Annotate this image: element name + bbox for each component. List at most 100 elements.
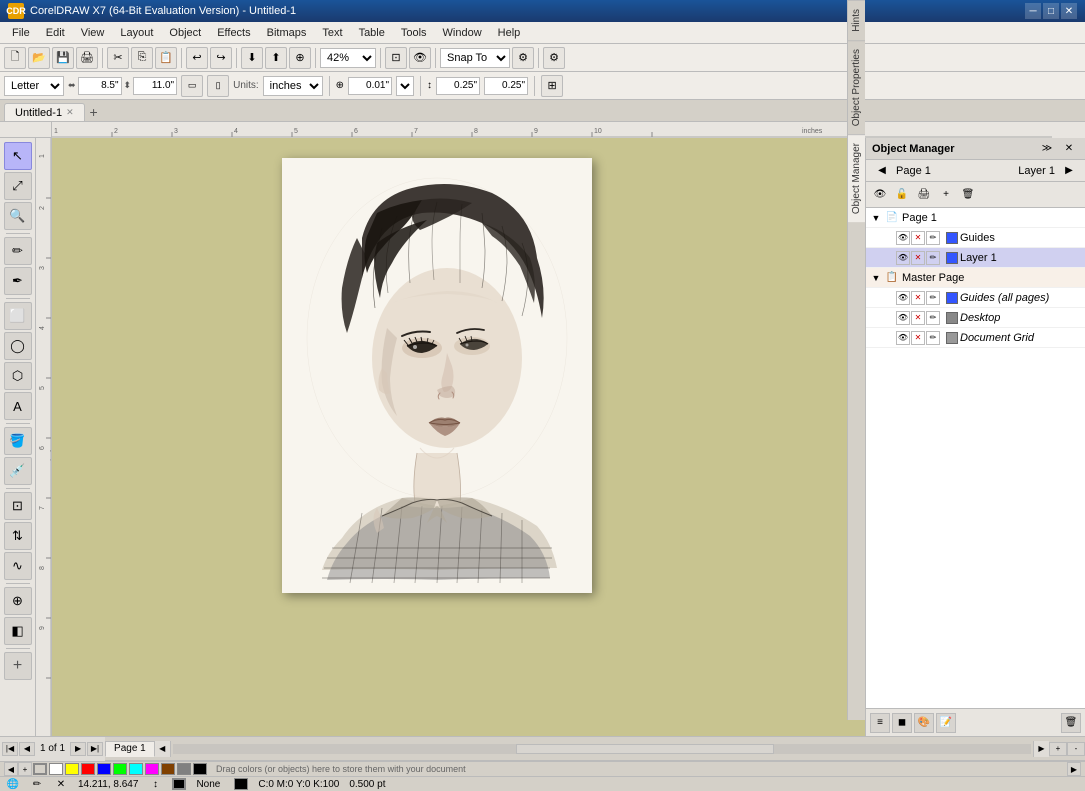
guides-print-icon[interactable]: ✕ xyxy=(911,231,925,245)
del-layer-btn[interactable]: 🗑 xyxy=(958,186,978,204)
magenta-swatch[interactable] xyxy=(145,763,159,775)
view-mode[interactable]: 👁 xyxy=(409,47,431,69)
page-last-btn[interactable]: ▶| xyxy=(87,742,103,756)
black-swatch[interactable] xyxy=(193,763,207,775)
canvas-area[interactable]: SHS ▲ ▼ xyxy=(52,138,865,736)
import-button[interactable]: ⬇ xyxy=(241,47,263,69)
page-first-btn[interactable]: |◀ xyxy=(2,742,18,756)
snap-combo[interactable]: Snap To xyxy=(440,48,510,68)
page-options[interactable]: ⊞ xyxy=(541,75,563,97)
hscroll-left-btn[interactable]: ◀ xyxy=(155,741,171,757)
paste-button[interactable]: 📋 xyxy=(155,47,177,69)
yellow-swatch[interactable] xyxy=(65,763,79,775)
copy-button[interactable]: ⎘ xyxy=(131,47,153,69)
print-button[interactable]: 🖨 xyxy=(76,47,98,69)
layer1-edit-icon[interactable]: ✏ xyxy=(926,251,940,265)
menu-table[interactable]: Table xyxy=(351,22,393,44)
tree-guides[interactable]: 👁 ✕ ✏ Guides xyxy=(866,228,1085,248)
delete-obj-btn[interactable]: 🗑 xyxy=(1061,713,1081,733)
layer1-print-icon[interactable]: ✕ xyxy=(911,251,925,265)
open-button[interactable]: 📂 xyxy=(28,47,50,69)
options-button[interactable]: ⚙ xyxy=(543,47,565,69)
menu-help[interactable]: Help xyxy=(490,22,529,44)
nudge-input[interactable] xyxy=(348,77,392,95)
maximize-button[interactable]: □ xyxy=(1043,3,1059,19)
menu-view[interactable]: View xyxy=(73,22,113,44)
add-obj-btn[interactable]: + xyxy=(4,652,32,680)
layer1-eye-icon[interactable]: 👁 xyxy=(896,251,910,265)
snap-settings[interactable]: ⚙ xyxy=(512,47,534,69)
docgrid-eye-icon[interactable]: 👁 xyxy=(896,331,910,345)
add-color-btn[interactable]: + xyxy=(18,762,32,776)
object-properties-tab[interactable]: Object Properties xyxy=(848,40,865,134)
color-bar-left-btn[interactable]: ◀ xyxy=(4,762,18,776)
minimize-button[interactable]: ─ xyxy=(1025,3,1041,19)
lock-all-btn[interactable]: 🔓 xyxy=(892,186,912,204)
status-network-icon[interactable]: 🌐 xyxy=(6,777,20,791)
menu-file[interactable]: File xyxy=(4,22,38,44)
page-width-input[interactable] xyxy=(78,77,122,95)
undo-button[interactable]: ↩ xyxy=(186,47,208,69)
zoom-out-canvas-btn[interactable]: - xyxy=(1067,742,1085,756)
units-combo[interactable]: inches xyxy=(263,76,323,96)
polygon-tool[interactable]: ⬡ xyxy=(4,362,32,390)
guides-all-print-icon[interactable]: ✕ xyxy=(911,291,925,305)
tree-desktop[interactable]: 👁 ✕ ✏ Desktop xyxy=(866,308,1085,328)
zoom-tool[interactable]: 🔍 xyxy=(4,202,32,230)
obj-view-btn3[interactable]: 🎨 xyxy=(914,713,934,733)
hints-tab[interactable]: Hints xyxy=(848,0,865,40)
shadow-tool[interactable]: ⊕ xyxy=(4,587,32,615)
redo-button[interactable]: ↪ xyxy=(210,47,232,69)
cut-button[interactable]: ✂ xyxy=(107,47,129,69)
desktop-print-icon[interactable]: ✕ xyxy=(911,311,925,325)
rect-tool[interactable]: ⬜ xyxy=(4,302,32,330)
page-next-btn[interactable]: ▶ xyxy=(70,742,86,756)
portrait-button[interactable]: ▭ xyxy=(181,75,203,97)
nudge-unit-combo[interactable]: ▼ xyxy=(396,76,414,96)
panel-close-btn[interactable]: ✕ xyxy=(1059,140,1079,158)
nudge3-input[interactable] xyxy=(484,77,528,95)
status-fill-swatch[interactable] xyxy=(172,778,186,790)
white-swatch[interactable] xyxy=(49,763,63,775)
zoom-to-fit[interactable]: ⊡ xyxy=(385,47,407,69)
freehand-draw[interactable]: ✏ xyxy=(4,237,32,265)
page-size-combo[interactable]: Letter xyxy=(4,76,64,96)
guides-all-edit-icon[interactable]: ✏ xyxy=(926,291,940,305)
menu-window[interactable]: Window xyxy=(435,22,490,44)
docgrid-print-icon[interactable]: ✕ xyxy=(911,331,925,345)
hscroll-track[interactable] xyxy=(173,744,1031,754)
page1-expand-icon[interactable]: ▼ xyxy=(870,213,882,223)
menu-edit[interactable]: Edit xyxy=(38,22,73,44)
menu-object[interactable]: Object xyxy=(161,22,209,44)
publish-button[interactable]: ⊕ xyxy=(289,47,311,69)
tree-masterpage[interactable]: ▼ 📋 Master Page xyxy=(866,268,1085,288)
doc-tab-untitled1[interactable]: Untitled-1 ✕ xyxy=(4,103,85,121)
menu-text[interactable]: Text xyxy=(314,22,350,44)
subheader-expand[interactable]: ◀ xyxy=(872,162,892,180)
menu-layout[interactable]: Layout xyxy=(112,22,161,44)
hscroll-thumb[interactable] xyxy=(516,744,773,754)
save-button[interactable]: 💾 xyxy=(52,47,74,69)
menu-bitmaps[interactable]: Bitmaps xyxy=(259,22,315,44)
desktop-edit-icon[interactable]: ✏ xyxy=(926,311,940,325)
fill-tool[interactable]: 🪣 xyxy=(4,427,32,455)
status-pencil-icon[interactable]: ✏ xyxy=(30,777,44,791)
transparency-tool[interactable]: ◧ xyxy=(4,617,32,645)
text-tool[interactable]: A xyxy=(4,392,32,420)
show-objects-btn[interactable]: ≡ xyxy=(870,713,890,733)
title-controls[interactable]: ─ □ ✕ xyxy=(1025,3,1077,19)
green-swatch[interactable] xyxy=(113,763,127,775)
guides-edit-icon[interactable]: ✏ xyxy=(926,231,940,245)
new-layer-btn[interactable]: + xyxy=(936,186,956,204)
new-button[interactable]: 🗋 xyxy=(4,47,26,69)
brown-swatch[interactable] xyxy=(161,763,175,775)
doc-tab-close-icon[interactable]: ✕ xyxy=(66,107,74,118)
tree-guides-all[interactable]: 👁 ✕ ✏ Guides (all pages) xyxy=(866,288,1085,308)
print-all-btn[interactable]: 🖨 xyxy=(914,186,934,204)
no-fill-swatch[interactable] xyxy=(33,763,47,775)
tree-layer1[interactable]: 👁 ✕ ✏ Layer 1 xyxy=(866,248,1085,268)
close-button[interactable]: ✕ xyxy=(1061,3,1077,19)
panel-expand-btn[interactable]: ≫ xyxy=(1037,140,1057,158)
zoom-combo[interactable]: 42% xyxy=(320,48,376,68)
hscroll-right-btn[interactable]: ▶ xyxy=(1033,741,1049,757)
